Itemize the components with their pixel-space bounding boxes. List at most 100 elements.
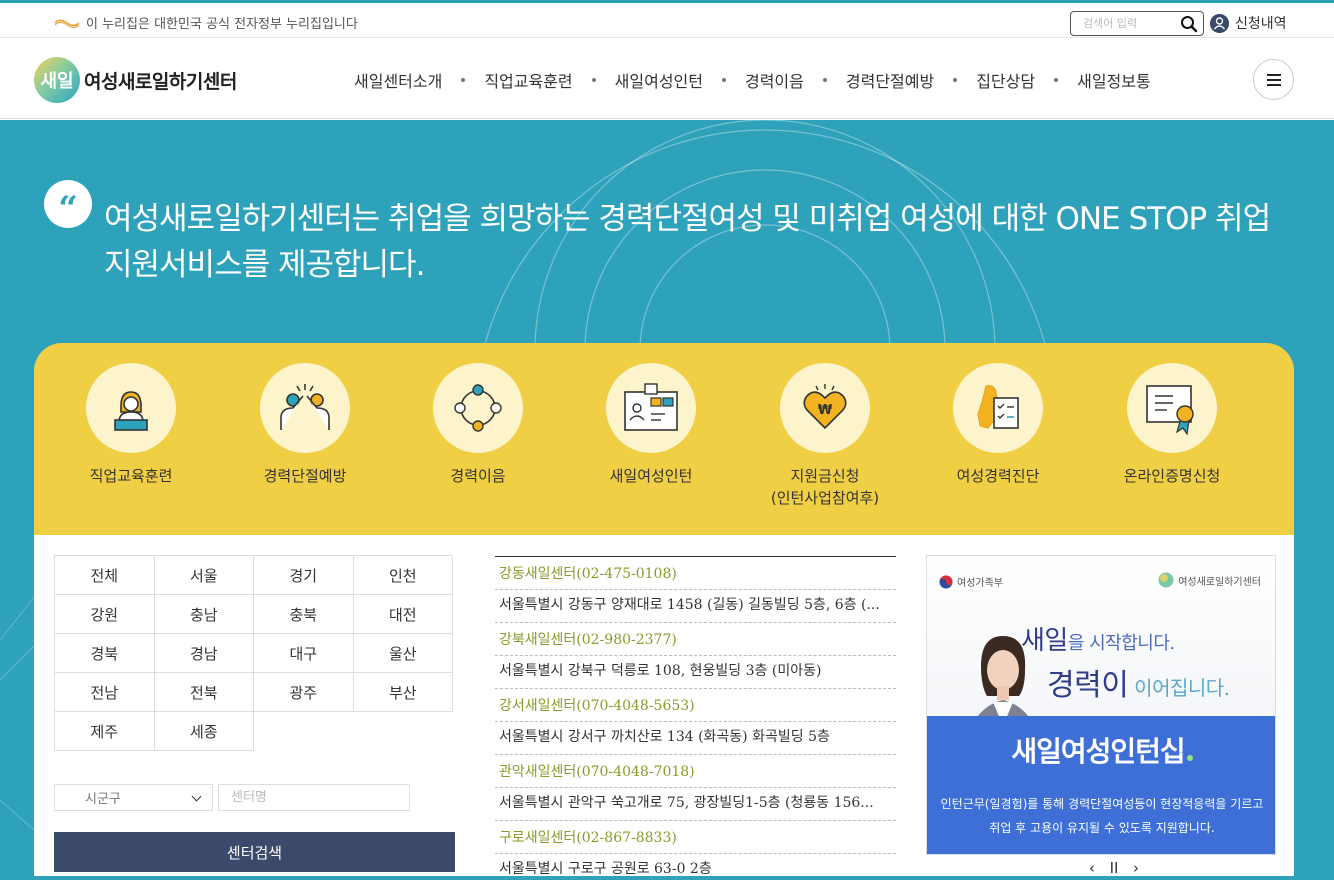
banner-title-text: 새일여성인턴십 bbox=[1011, 735, 1185, 768]
quick-label: 직업교육훈련 bbox=[89, 467, 173, 485]
center-name-link[interactable]: 관악새일센터(070-4048-7018) bbox=[499, 755, 892, 787]
banner-controls: ‹ II › bbox=[1086, 859, 1142, 877]
list-item: 서울특별시 강북구 덕릉로 108, 현웅빌딩 3층 (미아동) bbox=[495, 656, 896, 689]
region-tab[interactable]: 충북 bbox=[254, 595, 354, 634]
quick-item-career-link[interactable]: 경력이음 bbox=[408, 363, 548, 487]
nav-item-career-prevention[interactable]: 경력단절예방 bbox=[846, 68, 934, 92]
region-tab[interactable]: 경기 bbox=[254, 556, 354, 595]
region-tab[interactable]: 전남 bbox=[55, 673, 155, 712]
center-search-button[interactable]: 센터검색 bbox=[54, 832, 455, 872]
region-tab[interactable]: 경남 bbox=[154, 634, 254, 673]
logo-mark-icon: 새일 bbox=[34, 57, 80, 103]
nav-separator bbox=[461, 78, 466, 82]
quick-circle: ₩ bbox=[780, 363, 870, 453]
top-bar: 이 누리집은 대한민국 공식 전자정부 누리집입니다 신청내역 bbox=[0, 0, 1334, 38]
egov-logo-icon bbox=[54, 19, 80, 28]
quick-circle bbox=[260, 363, 350, 453]
nav-separator bbox=[591, 78, 596, 82]
nav-item-info[interactable]: 새일정보통 bbox=[1077, 68, 1151, 92]
global-nav: 새일센터소개 직업교육훈련 새일여성인턴 경력이음 경력단절예방 집단상담 새일… bbox=[354, 68, 1151, 92]
region-tab[interactable]: 전북 bbox=[154, 673, 254, 712]
list-item: 강북새일센터(02-980-2377) bbox=[495, 623, 896, 656]
banner-title: 새일여성인턴십 bbox=[927, 730, 1275, 770]
quick-circle bbox=[1127, 363, 1217, 453]
banner-pause-button[interactable]: II bbox=[1108, 859, 1120, 877]
region-tab[interactable]: 인천 bbox=[353, 556, 453, 595]
quick-menu: 직업교육훈련 경력단절예방 경력이음 새일여성인턴 ₩ 지원금신청 (인턴사업참… bbox=[34, 343, 1294, 539]
center-name-link[interactable]: 강북새일센터(02-980-2377) bbox=[499, 623, 892, 655]
quick-item-intern[interactable]: 새일여성인턴 bbox=[581, 363, 721, 487]
banner-ministry: 여성가족부 bbox=[939, 574, 1003, 589]
hamburger-menu-button[interactable] bbox=[1253, 59, 1294, 100]
center-name-link[interactable]: 강서새일센터(070-4048-5653) bbox=[499, 689, 892, 721]
quick-label: 새일여성인턴 bbox=[609, 467, 693, 485]
gov-notice: 이 누리집은 대한민국 공식 전자정부 누리집입니다 bbox=[54, 13, 358, 32]
banner-next-button[interactable]: › bbox=[1130, 859, 1142, 877]
nav-item-job-training[interactable]: 직업교육훈련 bbox=[484, 68, 572, 92]
region-tab[interactable]: 제주 bbox=[55, 712, 155, 751]
nav-item-group-counsel[interactable]: 집단상담 bbox=[976, 68, 1035, 92]
region-tab[interactable]: 울산 bbox=[353, 634, 453, 673]
quick-item-career-diagnosis[interactable]: 여성경력진단 bbox=[928, 363, 1068, 487]
site-search-input[interactable] bbox=[1071, 12, 1171, 35]
region-tab[interactable]: 부산 bbox=[353, 673, 453, 712]
banner-prev-button[interactable]: ‹ bbox=[1086, 859, 1098, 877]
nav-separator bbox=[721, 78, 726, 82]
banner-top: 여성가족부 여성새로일하기센터 새일을 시작합니다. 경력이 이어집니다. bbox=[927, 556, 1275, 786]
region-tab[interactable]: 강원 bbox=[55, 595, 155, 634]
banner-center-logo: 여성새로일하기센터 bbox=[1158, 572, 1261, 588]
nav-item-center-intro[interactable]: 새일센터소개 bbox=[354, 68, 442, 92]
quick-label: 경력단절예방 bbox=[263, 467, 347, 485]
region-tab[interactable]: 충남 bbox=[154, 595, 254, 634]
banner-headline-2: 경력이 이어집니다. bbox=[1047, 660, 1230, 704]
banner-ministry-text: 여성가족부 bbox=[957, 578, 1003, 589]
center-search-section: 전체 서울 경기 인천 강원 충남 충북 대전 경북 경남 대구 울산 전남 전… bbox=[34, 535, 1294, 877]
list-item: 강동새일센터(02-475-0108) bbox=[495, 557, 896, 590]
quote-icon: “ bbox=[44, 180, 92, 228]
district-select[interactable]: 시군구 bbox=[54, 784, 213, 811]
banner-center-text: 여성새로일하기센터 bbox=[1178, 576, 1261, 588]
nav-item-career-link[interactable]: 경력이음 bbox=[745, 68, 804, 92]
intern-banner[interactable]: 여성가족부 여성새로일하기센터 새일을 시작합니다. 경력이 이어집니다. 새일… bbox=[926, 555, 1276, 855]
heart-money-icon: ₩ bbox=[803, 384, 847, 430]
quick-item-subsidy[interactable]: ₩ 지원금신청 (인턴사업참여후) bbox=[755, 363, 895, 509]
hamburger-icon bbox=[1266, 73, 1281, 76]
nav-separator bbox=[953, 78, 958, 82]
list-item: 서울특별시 관악구 쑥고개로 75, 광장빌딩1-5층 (청룡동 156... bbox=[495, 788, 896, 821]
quick-label: 경력이음 bbox=[450, 467, 506, 485]
region-tab[interactable]: 경북 bbox=[55, 634, 155, 673]
center-name-link[interactable]: 구로새일센터(02-867-8833) bbox=[499, 821, 892, 853]
region-tab[interactable]: 대구 bbox=[254, 634, 354, 673]
quick-item-online-cert[interactable]: 온라인증명신청 bbox=[1102, 363, 1242, 487]
main-header: 새일 여성새로일하기센터 새일센터소개 직업교육훈련 새일여성인턴 경력이음 경… bbox=[0, 39, 1334, 119]
region-tab[interactable]: 대전 bbox=[353, 595, 453, 634]
center-name-input[interactable] bbox=[218, 784, 410, 811]
region-tab[interactable]: 광주 bbox=[254, 673, 354, 712]
hamburger-icon-bar bbox=[1266, 83, 1281, 86]
banner-bottom: 새일여성인턴십 인턴근무(일경험)를 통해 경력단절여성등이 현장적응력을 기르… bbox=[927, 716, 1275, 854]
site-logo[interactable]: 새일 여성새로일하기센터 bbox=[34, 57, 237, 103]
nav-separator bbox=[822, 78, 827, 82]
saeil-logo-icon bbox=[1158, 572, 1174, 588]
quick-item-job-training[interactable]: 직업교육훈련 bbox=[61, 363, 201, 487]
region-tab[interactable]: 서울 bbox=[154, 556, 254, 595]
quick-item-career-prevention[interactable]: 경력단절예방 bbox=[235, 363, 375, 487]
region-tab-all[interactable]: 전체 bbox=[55, 556, 155, 595]
certificate-icon bbox=[1146, 385, 1194, 436]
banner-headline-1: 새일을 시작합니다. bbox=[1021, 620, 1175, 657]
apply-history-link[interactable]: 신청내역 bbox=[1210, 13, 1287, 33]
quick-label: 여성경력진단 bbox=[956, 467, 1040, 485]
hero-slogan: 여성새로일하기센터는 취업을 희망하는 경력단절여성 및 미취업 여성에 대한 … bbox=[104, 201, 1271, 283]
hamburger-icon-bar bbox=[1266, 78, 1281, 81]
banner-headline-2-main: 경력이 bbox=[1047, 668, 1129, 703]
center-name-link[interactable]: 강동새일센터(02-475-0108) bbox=[499, 557, 892, 589]
chevron-down-icon bbox=[191, 791, 202, 802]
district-select-value: 시군구 bbox=[85, 792, 121, 807]
region-tab[interactable]: 세종 bbox=[154, 712, 254, 751]
search-icon[interactable] bbox=[1180, 15, 1198, 33]
high-five-icon bbox=[280, 384, 330, 430]
list-item: 구로새일센터(02-867-8833) bbox=[495, 821, 896, 854]
quick-label-line1: 지원금신청 bbox=[790, 467, 860, 485]
people-circle-icon bbox=[454, 384, 502, 432]
nav-item-intern[interactable]: 새일여성인턴 bbox=[615, 68, 703, 92]
